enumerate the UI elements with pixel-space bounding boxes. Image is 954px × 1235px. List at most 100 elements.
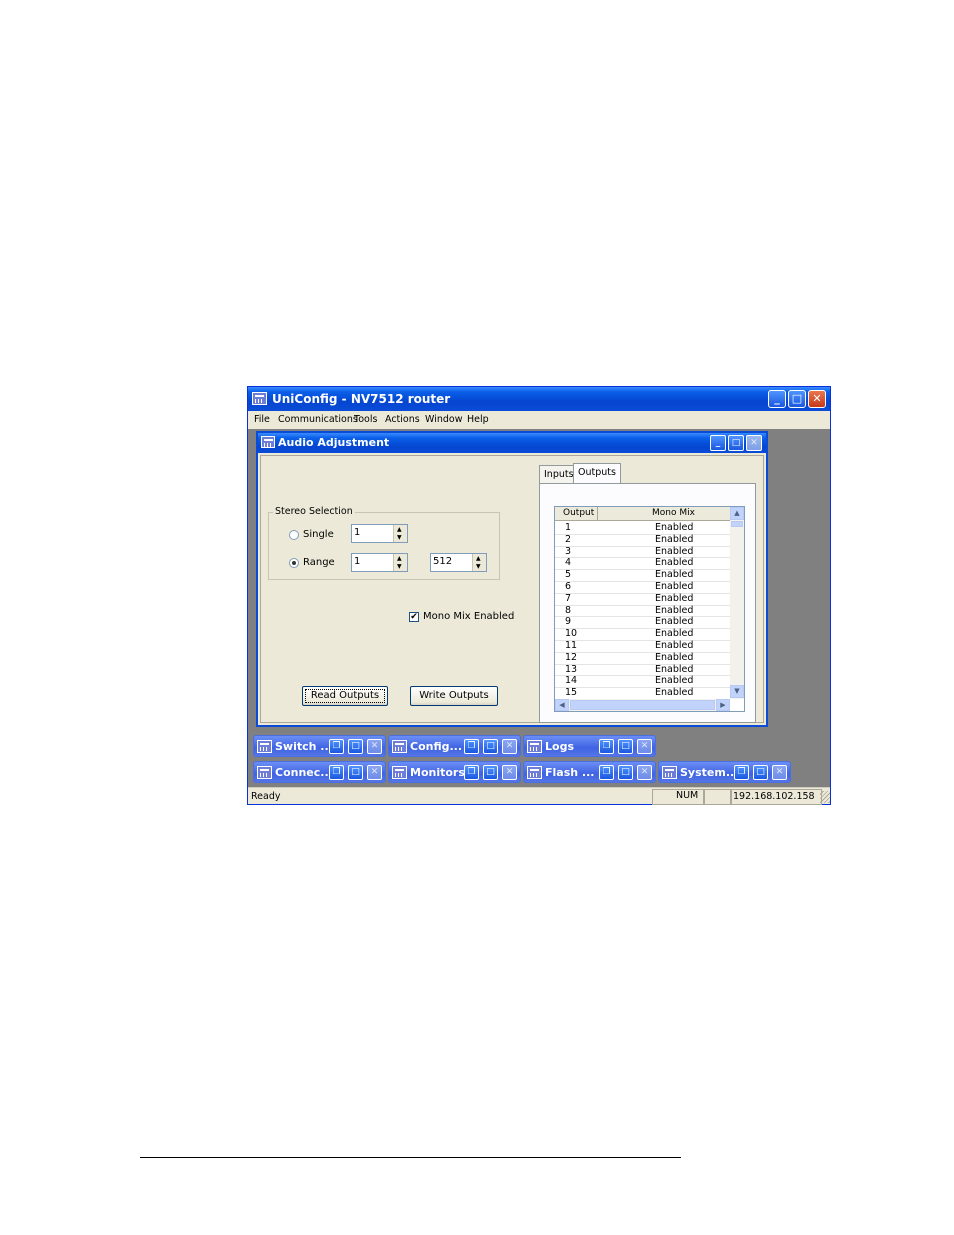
close-button[interactable]: ✕ [367, 739, 382, 754]
minimize-button[interactable]: _ [768, 390, 786, 408]
menu-file[interactable]: File [254, 414, 270, 425]
close-icon: ✕ [505, 741, 514, 751]
close-button[interactable]: ✕ [808, 390, 826, 408]
menu-help[interactable]: Help [467, 414, 489, 425]
close-button[interactable]: ✕ [637, 739, 652, 754]
output-number: 15 [565, 687, 578, 699]
minimized-window-connections[interactable]: Connec... ❐ □ ✕ [253, 761, 386, 783]
column-mono-mix[interactable]: Mono Mix [652, 508, 695, 518]
menu-tools[interactable]: Tools [354, 414, 377, 425]
audio-adjustment-window: Audio Adjustment _ □ ✕ Stereo Selection … [256, 431, 768, 727]
restore-button[interactable]: ❐ [464, 765, 479, 780]
read-outputs-button[interactable]: Read Outputs [302, 686, 388, 706]
tab-outputs[interactable]: Outputs [573, 463, 621, 483]
restore-button[interactable]: ❐ [599, 739, 614, 754]
close-icon: ✕ [370, 741, 379, 751]
maximize-button[interactable]: □ [788, 390, 806, 408]
restore-icon: ❐ [467, 741, 476, 751]
restore-button[interactable]: ❐ [599, 765, 614, 780]
child-minimize-button[interactable]: _ [710, 435, 726, 451]
close-button[interactable]: ✕ [772, 765, 787, 780]
close-button[interactable]: ✕ [367, 765, 382, 780]
footer-rule [140, 1157, 681, 1158]
mono-mix-value: Enabled [655, 663, 694, 675]
mono-mix-checkbox[interactable]: ✔ [409, 612, 419, 622]
vertical-scroll-thumb[interactable] [731, 521, 743, 527]
restore-button[interactable]: ❐ [464, 739, 479, 754]
range-radio[interactable] [289, 558, 299, 568]
checkmark-icon: ✔ [410, 612, 418, 622]
status-text: Ready [251, 791, 281, 802]
maximize-button[interactable]: □ [618, 765, 633, 780]
outputs-list[interactable]: Output Mono Mix 1 Enabled 2 Enabled 3 Enabled… [554, 506, 745, 712]
output-number: 4 [565, 557, 572, 569]
close-icon: ✕ [750, 438, 758, 448]
horizontal-scrollbar[interactable]: ◀ ▶ [555, 699, 730, 711]
maximize-button[interactable]: □ [753, 765, 768, 780]
child-close-button: ✕ [746, 435, 762, 451]
scroll-down-button[interactable]: ▼ [730, 685, 744, 698]
output-number: 9 [565, 616, 572, 628]
close-button[interactable]: ✕ [637, 765, 652, 780]
outputs-tab-pane: Output Mono Mix 1 Enabled 2 Enabled 3 Enabled… [539, 483, 756, 723]
maximize-button[interactable]: □ [348, 765, 363, 780]
minimized-window-config[interactable]: Config... ❐ □ ✕ [388, 735, 521, 757]
output-number: 2 [565, 533, 572, 545]
output-number: 11 [565, 640, 578, 651]
child-maximize-button[interactable]: □ [728, 435, 744, 451]
vertical-scrollbar[interactable]: ▲ ▼ [730, 507, 744, 699]
restore-button[interactable]: ❐ [734, 765, 749, 780]
restore-icon: ❐ [737, 767, 746, 777]
spin-up-icon: ▲ [476, 555, 481, 562]
horizontal-scroll-thumb[interactable] [570, 700, 715, 710]
range-from-spinner[interactable]: 1 ▲ ▼ [351, 553, 408, 572]
minimized-window-label: Config... [410, 740, 463, 753]
write-outputs-button[interactable]: Write Outputs [410, 686, 498, 706]
child-title-bar[interactable]: Audio Adjustment _ □ ✕ [258, 433, 766, 453]
scroll-left-button[interactable]: ◀ [555, 699, 569, 711]
range-from-spin-arrows[interactable]: ▲ ▼ [393, 554, 407, 571]
range-to-spin-arrows[interactable]: ▲ ▼ [472, 554, 486, 571]
maximize-button[interactable]: □ [483, 765, 498, 780]
single-spinner[interactable]: 1 ▲ ▼ [351, 524, 408, 543]
minimized-window-label: Flash ... [545, 766, 595, 779]
minimized-window-monitors[interactable]: Monitors ❐ □ ✕ [388, 761, 521, 783]
single-spin-arrows[interactable]: ▲ ▼ [393, 525, 407, 542]
menu-bar: File Communications Tools Actions Window… [248, 411, 830, 429]
num-lock-text: NUM [676, 790, 699, 801]
maximize-button[interactable]: □ [348, 739, 363, 754]
range-to-spinner[interactable]: 512 ▲ ▼ [430, 553, 487, 572]
chevron-down-icon: ▼ [734, 687, 740, 695]
single-radio[interactable] [289, 530, 299, 540]
resize-grip[interactable] [820, 791, 830, 803]
maximize-button[interactable]: □ [618, 739, 633, 754]
app-title-bar[interactable]: UniConfig - NV7512 router _ □ ✕ [248, 387, 830, 411]
spin-down-icon: ▼ [476, 563, 481, 570]
restore-button[interactable]: ❐ [329, 765, 344, 780]
scroll-right-button[interactable]: ▶ [716, 699, 730, 711]
app-title: UniConfig - NV7512 router [272, 392, 451, 406]
maximize-button[interactable]: □ [483, 739, 498, 754]
minimized-window-logs[interactable]: Logs ❐ □ ✕ [523, 735, 656, 757]
window-icon [527, 740, 542, 753]
column-output[interactable]: Output [563, 508, 594, 518]
menu-window[interactable]: Window [425, 414, 462, 425]
scroll-up-button[interactable]: ▲ [730, 507, 744, 520]
minimized-window-flash[interactable]: Flash ... ❐ □ ✕ [523, 761, 656, 783]
menu-actions[interactable]: Actions [385, 414, 420, 425]
mono-mix-value: Enabled [655, 533, 694, 545]
close-button[interactable]: ✕ [502, 739, 517, 754]
minimized-window-system[interactable]: System... ❐ □ ✕ [658, 761, 791, 783]
audio-adjustment-client: Stereo Selection Single 1 ▲ ▼ Range 1 ▲ ▼ … [260, 455, 764, 723]
restore-button[interactable]: ❐ [329, 739, 344, 754]
restore-icon: ❐ [332, 767, 341, 777]
menu-communications[interactable]: Communications [278, 414, 358, 425]
restore-icon: ❐ [602, 741, 611, 751]
maximize-icon: □ [351, 741, 360, 751]
table-row[interactable]: 15 Enabled [555, 687, 730, 699]
mono-mix-value: Enabled [655, 581, 694, 592]
minimized-window-switch[interactable]: Switch ... ❐ □ ✕ [253, 735, 386, 757]
spin-up-icon: ▲ [397, 526, 402, 533]
write-outputs-label: Write Outputs [419, 690, 489, 701]
close-button[interactable]: ✕ [502, 765, 517, 780]
